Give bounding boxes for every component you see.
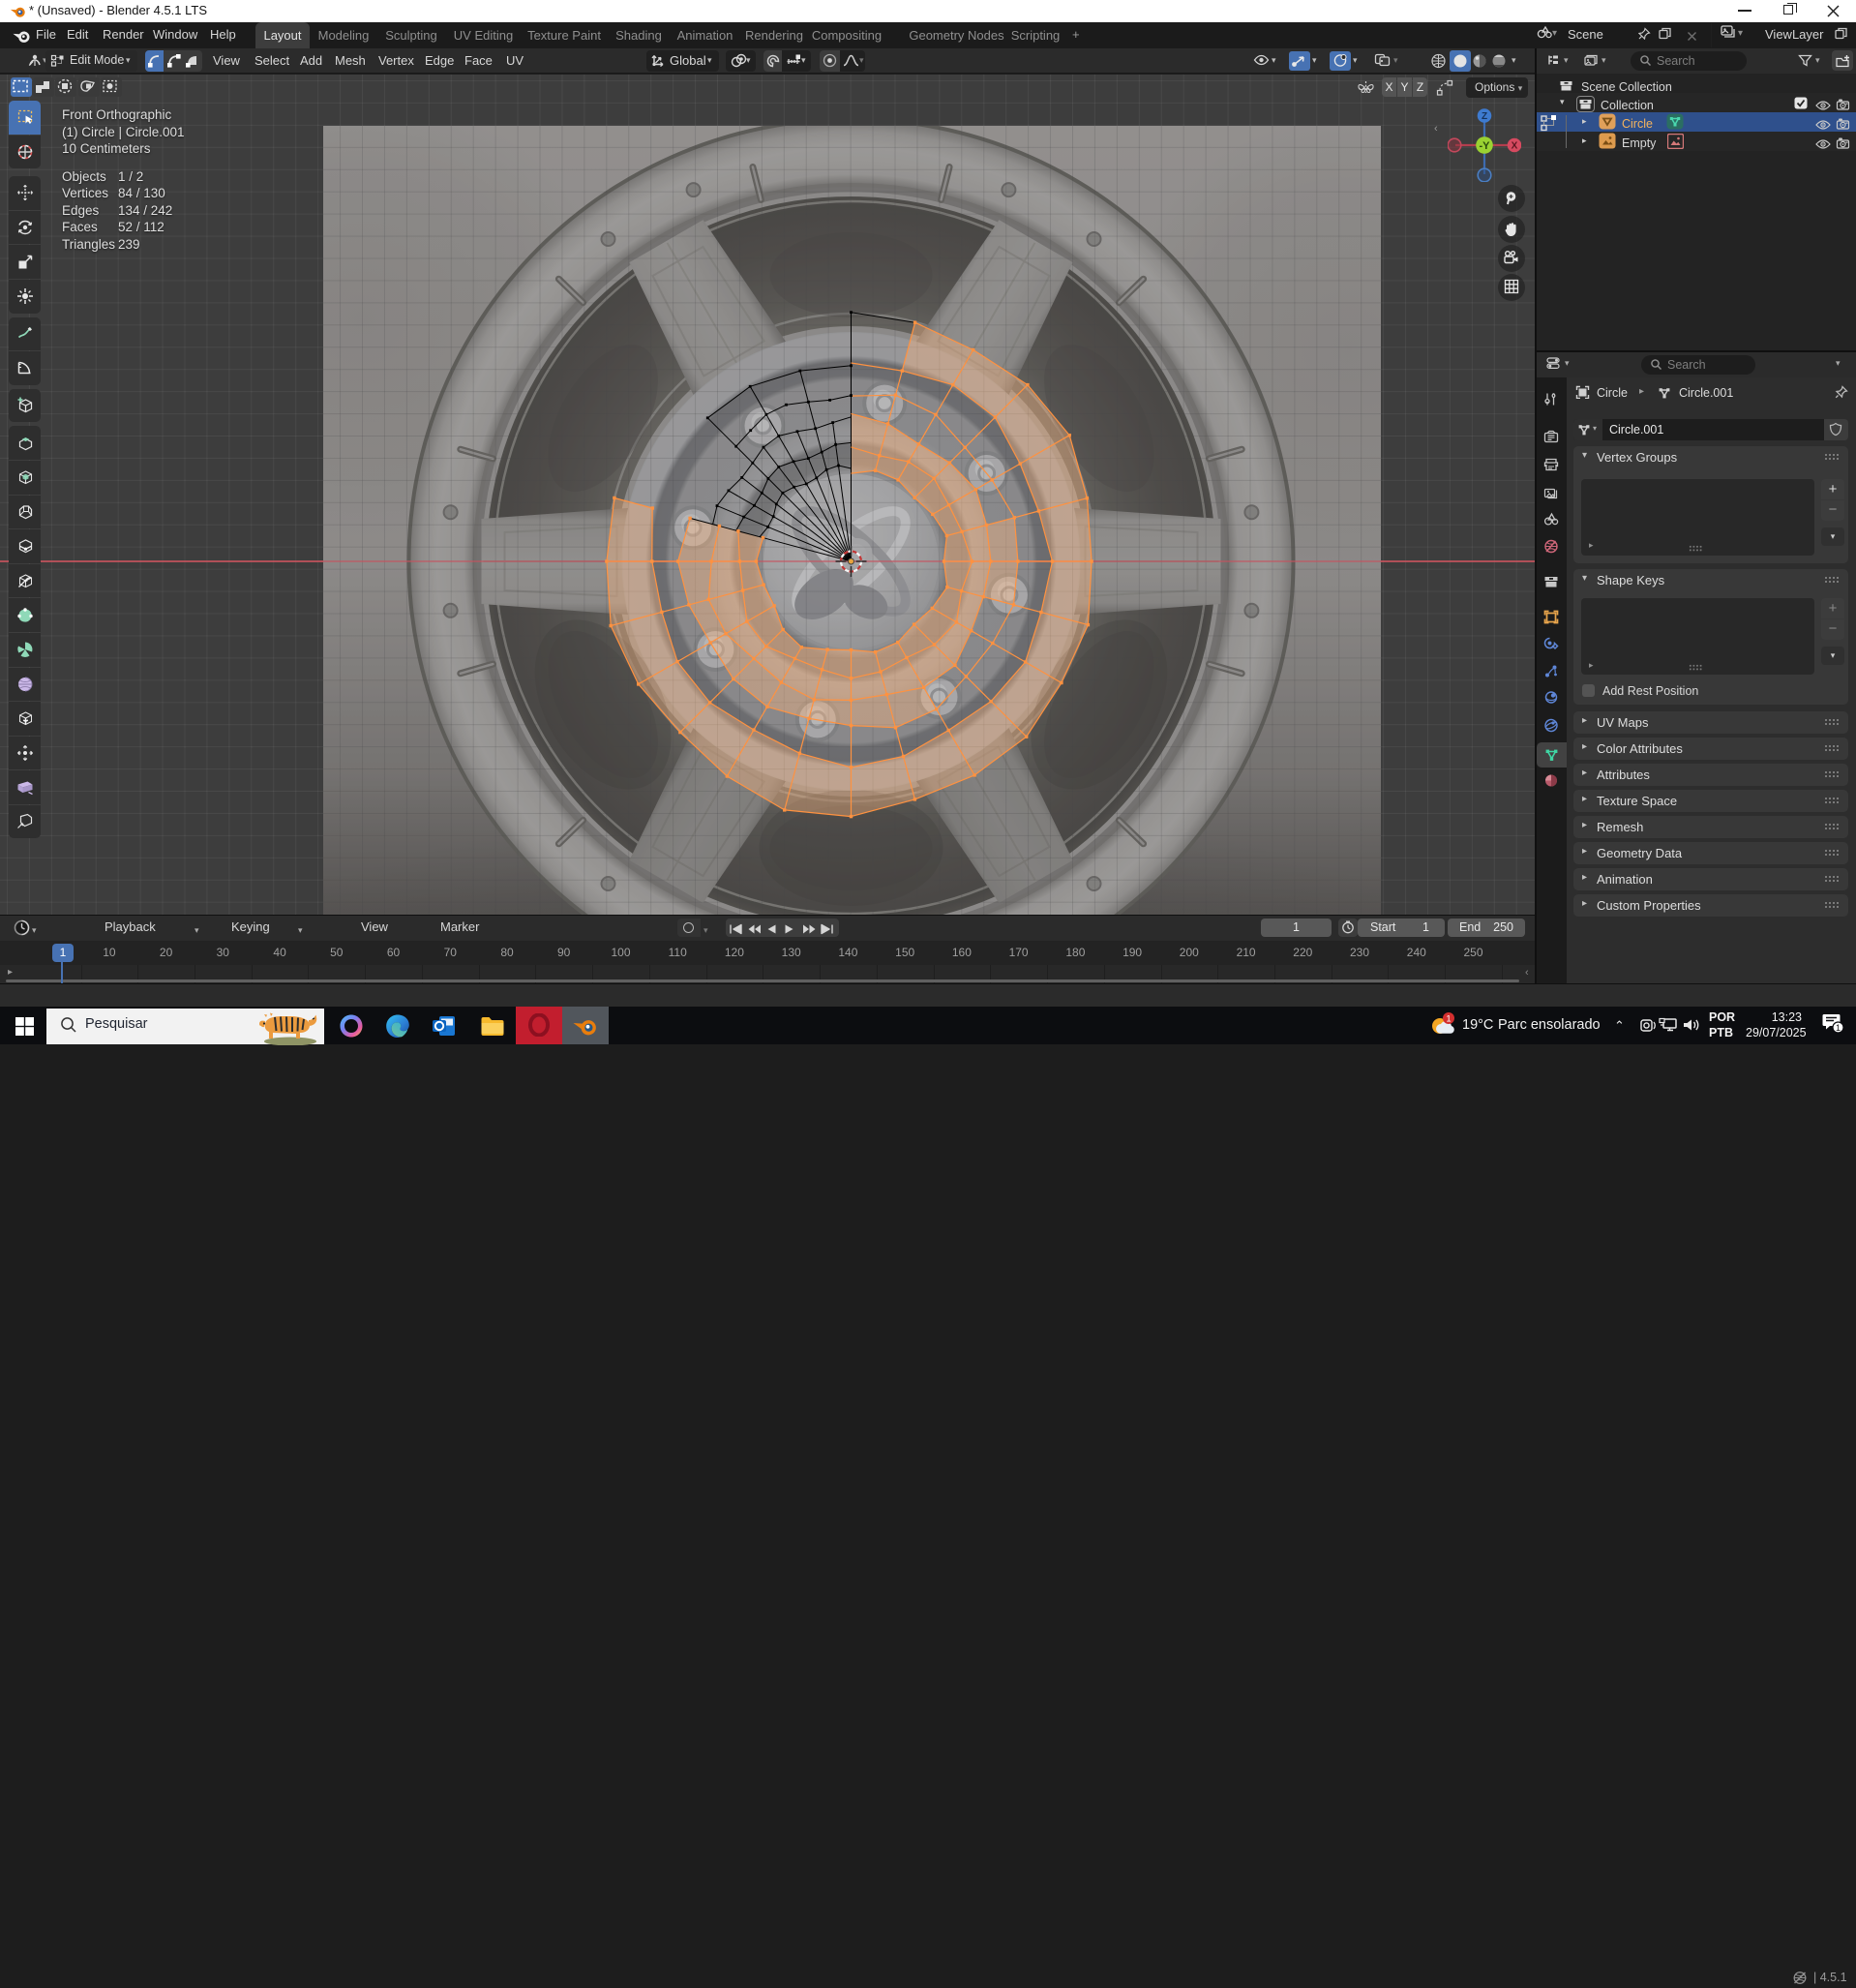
svg-text:1: 1 (1836, 1023, 1841, 1033)
svg-text:-Y: -Y (1480, 140, 1491, 152)
svg-text:X: X (1512, 141, 1518, 152)
svg-text:1: 1 (1446, 1014, 1451, 1025)
svg-text:Z: Z (1482, 111, 1487, 122)
